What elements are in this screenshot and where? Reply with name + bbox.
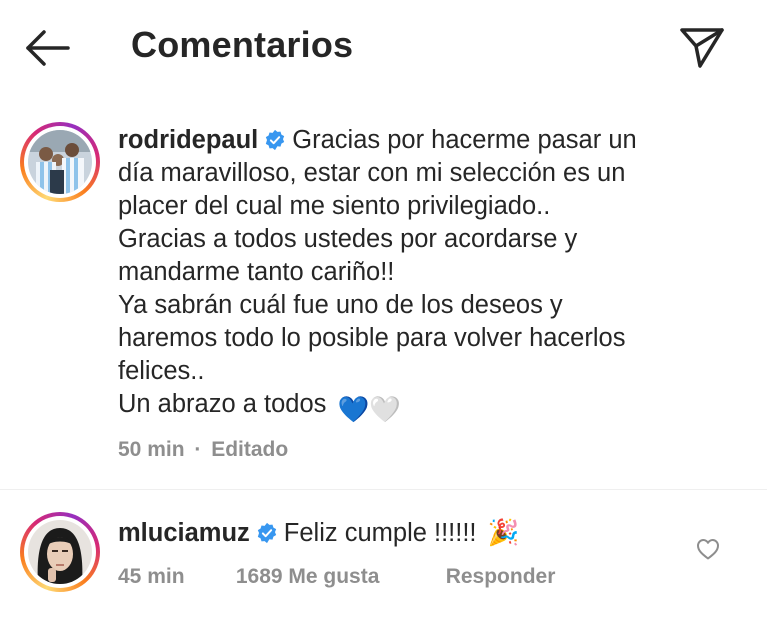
caption-line: placer del cual me siento privilegiado.. xyxy=(118,192,551,220)
caption-line: Gracias a todos ustedes por acordarse y xyxy=(118,225,578,253)
arrow-left-icon xyxy=(26,30,70,66)
verified-badge-icon xyxy=(266,129,285,151)
verified-badge-icon xyxy=(257,522,276,544)
header: Comentarios xyxy=(0,0,767,96)
edited-label: Editado xyxy=(211,438,289,461)
divider xyxy=(0,489,767,490)
caption-meta: 50 min · Editado xyxy=(118,438,288,462)
caption-line: haremos todo lo posible para volver hace… xyxy=(118,324,626,352)
caption-line: felices.. xyxy=(118,357,205,385)
share-button[interactable] xyxy=(676,24,728,70)
meta-separator: · xyxy=(194,438,202,461)
comments-screen: Comentarios rodridepaul Gracias por hace… xyxy=(0,0,767,635)
comment-text: Feliz cumple !!!!!! xyxy=(283,519,477,547)
caption: rodridepaul Gracias por hacerme pasar un… xyxy=(118,124,738,427)
comment-time: 45 min xyxy=(118,565,185,588)
reply-button[interactable]: Responder xyxy=(446,565,556,589)
caption-line: día maravilloso, estar con mi selección … xyxy=(118,159,626,187)
caption-line: Ya sabrán cuál fue uno de los deseos y xyxy=(118,291,563,319)
page-title: Comentarios xyxy=(131,24,354,65)
caption-line: mandarme tanto cariño!! xyxy=(118,258,395,286)
like-button[interactable] xyxy=(696,538,720,560)
heart-outline-icon xyxy=(697,539,719,560)
party-emoji: 🎉 xyxy=(487,518,520,548)
hearts-emoji: 💙🤍 xyxy=(337,395,401,425)
caption-time: 50 min xyxy=(118,438,185,461)
caption-line: Un abrazo a todos xyxy=(118,390,327,418)
caption-username[interactable]: rodridepaul xyxy=(118,126,258,154)
caption-avatar[interactable] xyxy=(20,122,100,202)
comment-meta: 45 min 1689 Me gusta Responder xyxy=(118,565,555,589)
comment-avatar[interactable] xyxy=(20,512,100,592)
comment-username[interactable]: mluciamuz xyxy=(118,519,250,547)
caption-line: Gracias por hacerme pasar un xyxy=(292,126,637,154)
paper-plane-icon xyxy=(680,28,724,68)
comment-likes[interactable]: 1689 Me gusta xyxy=(236,565,440,589)
avatar xyxy=(28,520,92,584)
avatar xyxy=(28,130,92,194)
comment: mluciamuz Feliz cumple !!!!!! 🎉 xyxy=(118,517,519,550)
back-button[interactable] xyxy=(22,26,74,70)
